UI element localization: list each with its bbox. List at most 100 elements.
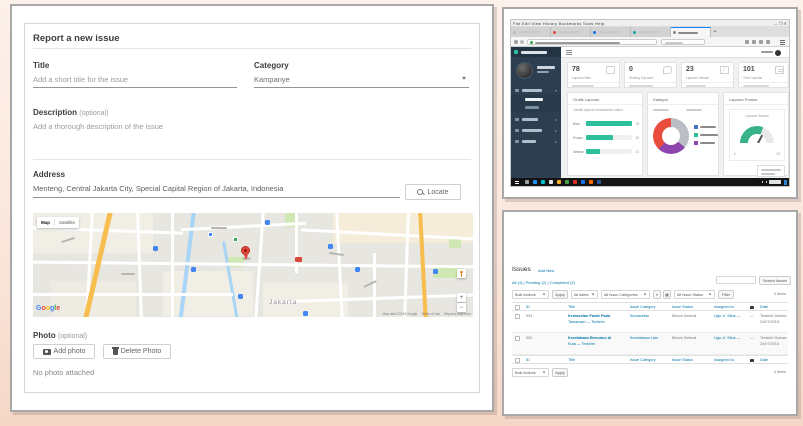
- browser-tab[interactable]: [631, 27, 671, 37]
- terms-link[interactable]: Terms of Use: [421, 312, 440, 316]
- col-category[interactable]: Issue Category: [630, 358, 656, 363]
- dates-select[interactable]: All dates: [571, 290, 598, 299]
- chevron-down-icon[interactable]: [462, 77, 466, 80]
- pegman-icon[interactable]: [457, 269, 466, 278]
- search-button[interactable]: Search Issues: [759, 276, 791, 285]
- category-select[interactable]: Kampanye: [254, 76, 290, 84]
- map-pin-icon[interactable]: [241, 246, 250, 255]
- map-green-poi-icon[interactable]: [233, 237, 238, 242]
- col-category[interactable]: Issue Category: [630, 305, 656, 310]
- window-controls[interactable]: — ❐ ✕: [774, 21, 787, 26]
- stat-value: 78: [572, 66, 580, 73]
- col-status[interactable]: Issue Status: [672, 358, 693, 363]
- select-all-checkbox[interactable]: [515, 358, 520, 363]
- url-input[interactable]: [527, 39, 657, 45]
- stat-link-smudge[interactable]: [572, 85, 594, 87]
- apply-button-bottom[interactable]: Apply: [552, 368, 568, 377]
- back-icon[interactable]: [514, 40, 518, 44]
- search-field[interactable]: [661, 39, 705, 45]
- menu-items[interactable]: File Edit View History Bookmarks Tools H…: [513, 21, 604, 26]
- col-title[interactable]: Title: [568, 305, 575, 310]
- sidebar-toggle-icon[interactable]: [566, 50, 572, 55]
- filter-smudge[interactable]: [653, 109, 669, 111]
- notification-icon[interactable]: [784, 180, 787, 185]
- status-select[interactable]: All Issue Status: [674, 290, 715, 299]
- add-new-button[interactable]: Add New: [538, 268, 554, 273]
- sidebar-item-pengguna[interactable]: ▸: [511, 137, 561, 146]
- view-grid-icon[interactable]: ▦: [663, 290, 671, 299]
- select-all-checkbox[interactable]: [515, 305, 520, 310]
- locate-button[interactable]: Locate: [405, 184, 461, 200]
- apply-button[interactable]: Apply: [552, 290, 568, 299]
- cell-title-link[interactable]: Kecelakaan Beruntun di: [568, 336, 611, 341]
- cell-category-link[interactable]: Kemacetan: [630, 314, 649, 319]
- browser-tab-active[interactable]: [671, 27, 711, 37]
- title-underline: [33, 87, 237, 88]
- sidebar-subitem[interactable]: [511, 103, 561, 112]
- col-assigned[interactable]: Assigned to: [714, 358, 734, 363]
- menu-label-smudge: [522, 129, 542, 132]
- sidebar-item-dashboard[interactable]: ▾: [511, 86, 561, 95]
- delete-photo-button[interactable]: Delete Photo: [103, 344, 171, 359]
- tray-icons[interactable]: [762, 181, 764, 183]
- add-photo-button[interactable]: Add photo: [33, 344, 95, 359]
- notification-widget[interactable]: [757, 165, 785, 177]
- admin-name-smudge: [761, 51, 773, 54]
- col-title[interactable]: Title: [568, 358, 575, 363]
- user-avatar[interactable]: [516, 62, 533, 79]
- cell-title-sub[interactable]: Kuta — Terkirim: [568, 342, 595, 347]
- map-type-satellite-button[interactable]: Satellite: [55, 220, 79, 225]
- cell-assigned-link[interactable]: Ugo Jr. Situs —: [714, 314, 740, 319]
- map-red-poi-icon[interactable]: [295, 257, 302, 262]
- title-input[interactable]: Add a short title for the issue: [33, 76, 128, 84]
- view-filter-links[interactable]: All (4) | Pending (2) | Completed (2): [512, 280, 575, 285]
- sidebar-item-kategori[interactable]: ▸: [511, 126, 561, 135]
- cell-title-link[interactable]: Kemacetan Parah Pada: [568, 314, 610, 319]
- hamburger-menu-icon[interactable]: [780, 40, 785, 45]
- stat-link-smudge[interactable]: [686, 85, 706, 87]
- cell-assigned-link[interactable]: Ugo Jr. Situs —: [714, 336, 740, 341]
- col-id[interactable]: ID: [526, 305, 530, 310]
- bulk-actions-select[interactable]: Bulk Actions: [512, 290, 549, 299]
- col-date[interactable]: Date: [760, 305, 768, 310]
- row-checkbox[interactable]: [515, 336, 520, 341]
- start-button-icon[interactable]: [515, 181, 517, 183]
- dashboard-icon: [515, 89, 519, 93]
- account-icon[interactable]: [759, 40, 763, 44]
- admin-avatar[interactable]: [775, 50, 781, 56]
- sidebar-item-laporan[interactable]: ▸: [511, 115, 561, 124]
- zoom-out-button[interactable]: −: [457, 303, 466, 312]
- col-assigned[interactable]: Assigned to: [714, 305, 734, 310]
- sidebar-icon[interactable]: [752, 40, 756, 44]
- filter-button[interactable]: Filter: [718, 290, 734, 299]
- col-id[interactable]: ID: [526, 358, 530, 363]
- new-tab-button[interactable]: +: [711, 27, 719, 37]
- category-select[interactable]: All Issue Categories: [601, 290, 650, 299]
- zoom-in-button[interactable]: +: [457, 293, 466, 302]
- col-date[interactable]: Date: [760, 358, 768, 363]
- search-input[interactable]: [716, 276, 756, 284]
- google-map[interactable]: Map Satellite + − Jakarta Google Map dat…: [33, 213, 473, 317]
- stat-link-smudge[interactable]: [743, 85, 769, 87]
- col-status[interactable]: Issue Status: [672, 305, 693, 310]
- report-error-link[interactable]: Report a map error: [444, 312, 471, 316]
- bulk-actions-select-bottom[interactable]: Bulk Actions: [512, 368, 549, 377]
- description-textarea[interactable]: Add a thorough description of the issue: [33, 123, 163, 131]
- map-type-map-button[interactable]: Map: [37, 220, 54, 225]
- map-poi-icon[interactable]: [208, 232, 213, 237]
- row-checkbox[interactable]: [515, 314, 520, 319]
- filter-smudge[interactable]: [686, 109, 702, 111]
- cell-category-link[interactable]: Kecelakaan Lalu: [630, 336, 658, 341]
- forward-icon[interactable]: [520, 40, 524, 44]
- view-list-icon[interactable]: ≡: [653, 290, 661, 299]
- browser-tab[interactable]: [551, 27, 591, 37]
- taskbar-app-icons[interactable]: [525, 180, 529, 184]
- stat-link-smudge[interactable]: [629, 85, 653, 87]
- browser-tab[interactable]: [591, 27, 631, 37]
- clock-area[interactable]: [769, 180, 781, 184]
- library-icon[interactable]: [745, 40, 749, 44]
- extensions-icon[interactable]: [766, 40, 770, 44]
- browser-tab[interactable]: [511, 27, 551, 37]
- address-input[interactable]: Menteng, Central Jakarta City, Special C…: [33, 185, 283, 193]
- cell-title-sub[interactable]: Tamansari — Terkirim: [568, 320, 605, 325]
